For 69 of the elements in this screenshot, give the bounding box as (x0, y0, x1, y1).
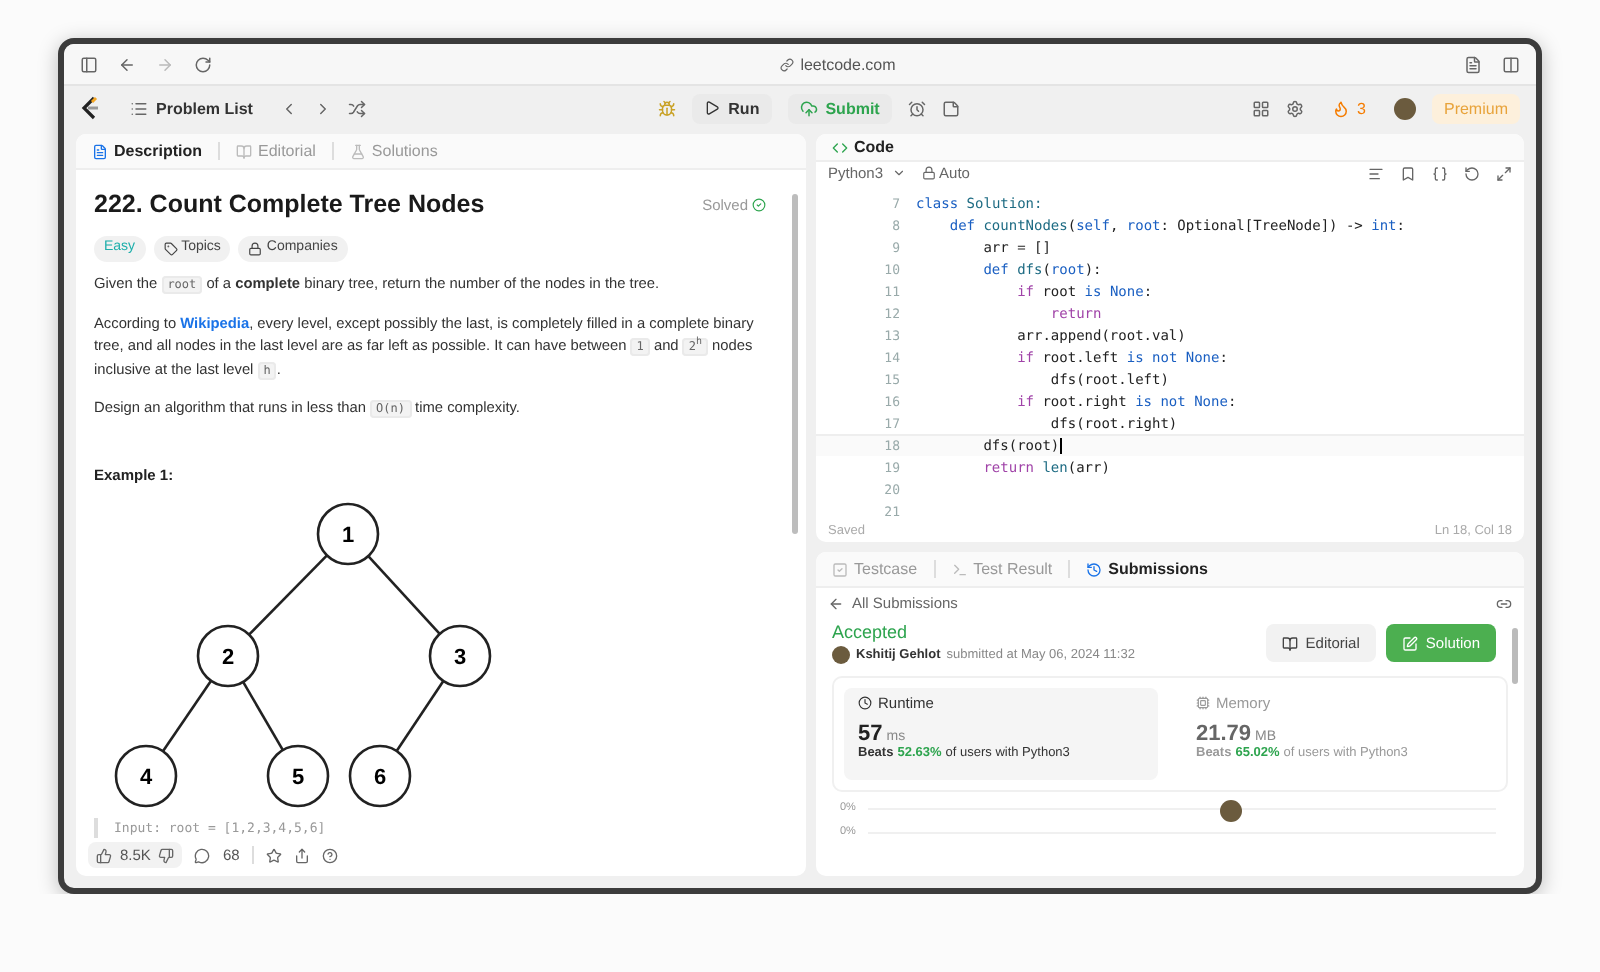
tree-edge (367, 555, 441, 636)
terminal-icon (951, 561, 968, 577)
expand-icon[interactable] (1496, 165, 1512, 182)
share-icon[interactable] (293, 847, 310, 863)
reload-icon[interactable] (194, 55, 212, 73)
list-icon (130, 99, 148, 117)
edit-icon (1401, 635, 1418, 651)
problem-title: 222. Count Complete Tree Nodes (94, 188, 485, 222)
scrollbar[interactable] (1512, 628, 1518, 684)
reader-icon[interactable] (1464, 55, 1482, 73)
tree-node: 3 (428, 625, 492, 688)
link-icon (780, 57, 795, 71)
book-icon (1281, 635, 1298, 651)
back-icon[interactable] (118, 55, 136, 73)
play-icon (704, 100, 721, 116)
logo-icon[interactable] (80, 96, 102, 120)
scrollbar[interactable] (792, 194, 798, 534)
url-text[interactable]: leetcode.com (800, 55, 896, 73)
back-arrow-icon (828, 595, 844, 611)
check-circle-icon (752, 198, 766, 213)
tag-icon (163, 242, 178, 257)
star-icon[interactable] (265, 847, 282, 863)
code-icon (832, 139, 848, 155)
user-marker (1220, 800, 1242, 822)
format-icon[interactable] (1368, 165, 1384, 182)
history-icon (1086, 561, 1103, 577)
chip-icon (1196, 696, 1210, 710)
accepted-status: Accepted (832, 622, 910, 642)
lock-icon (248, 242, 263, 257)
split-view-icon[interactable] (1502, 55, 1520, 73)
tree-node: 5 (266, 745, 330, 808)
code-tab[interactable]: Code (828, 134, 898, 160)
thumbs-up-icon[interactable] (96, 847, 112, 863)
sidebar-icon[interactable] (80, 55, 98, 73)
tree-node: 4 (114, 745, 178, 808)
description-tab[interactable]: Description (88, 138, 207, 164)
reset-icon[interactable] (1464, 165, 1480, 182)
tree-edge (161, 680, 213, 753)
shuffle-icon[interactable] (348, 99, 367, 117)
checkbox-icon (832, 561, 848, 577)
flame-icon (1331, 99, 1350, 117)
grid-icon[interactable] (1251, 99, 1270, 117)
bookmark-icon[interactable] (1400, 165, 1416, 182)
flask-icon (349, 143, 366, 159)
user-avatar (832, 646, 850, 664)
braces-icon[interactable] (1432, 165, 1448, 182)
problem-list-button[interactable]: Problem List (118, 93, 265, 123)
book-icon (236, 143, 253, 159)
tree-edge (248, 554, 328, 636)
link-icon[interactable] (1496, 595, 1512, 611)
tree-node: 2 (196, 625, 260, 688)
tree-node: 6 (348, 745, 412, 808)
help-icon[interactable] (321, 847, 338, 863)
tree-edge (242, 681, 284, 752)
thumbs-down-icon[interactable] (158, 847, 175, 863)
settings-icon[interactable] (1285, 99, 1304, 117)
lock-icon (921, 166, 936, 181)
comment-icon[interactable] (194, 847, 211, 863)
cloud-upload-icon (799, 99, 818, 117)
run-button[interactable]: Run (692, 93, 772, 123)
document-icon (92, 143, 108, 159)
tree-edge (395, 680, 445, 753)
result-tab[interactable]: Submissions (1082, 556, 1212, 582)
note-icon[interactable] (941, 99, 960, 117)
clock-icon (858, 696, 872, 710)
chevron-down-icon (891, 166, 906, 181)
alarm-clock-icon[interactable] (907, 99, 926, 117)
avatar[interactable] (1393, 97, 1416, 119)
tree-node: 1 (316, 503, 380, 566)
